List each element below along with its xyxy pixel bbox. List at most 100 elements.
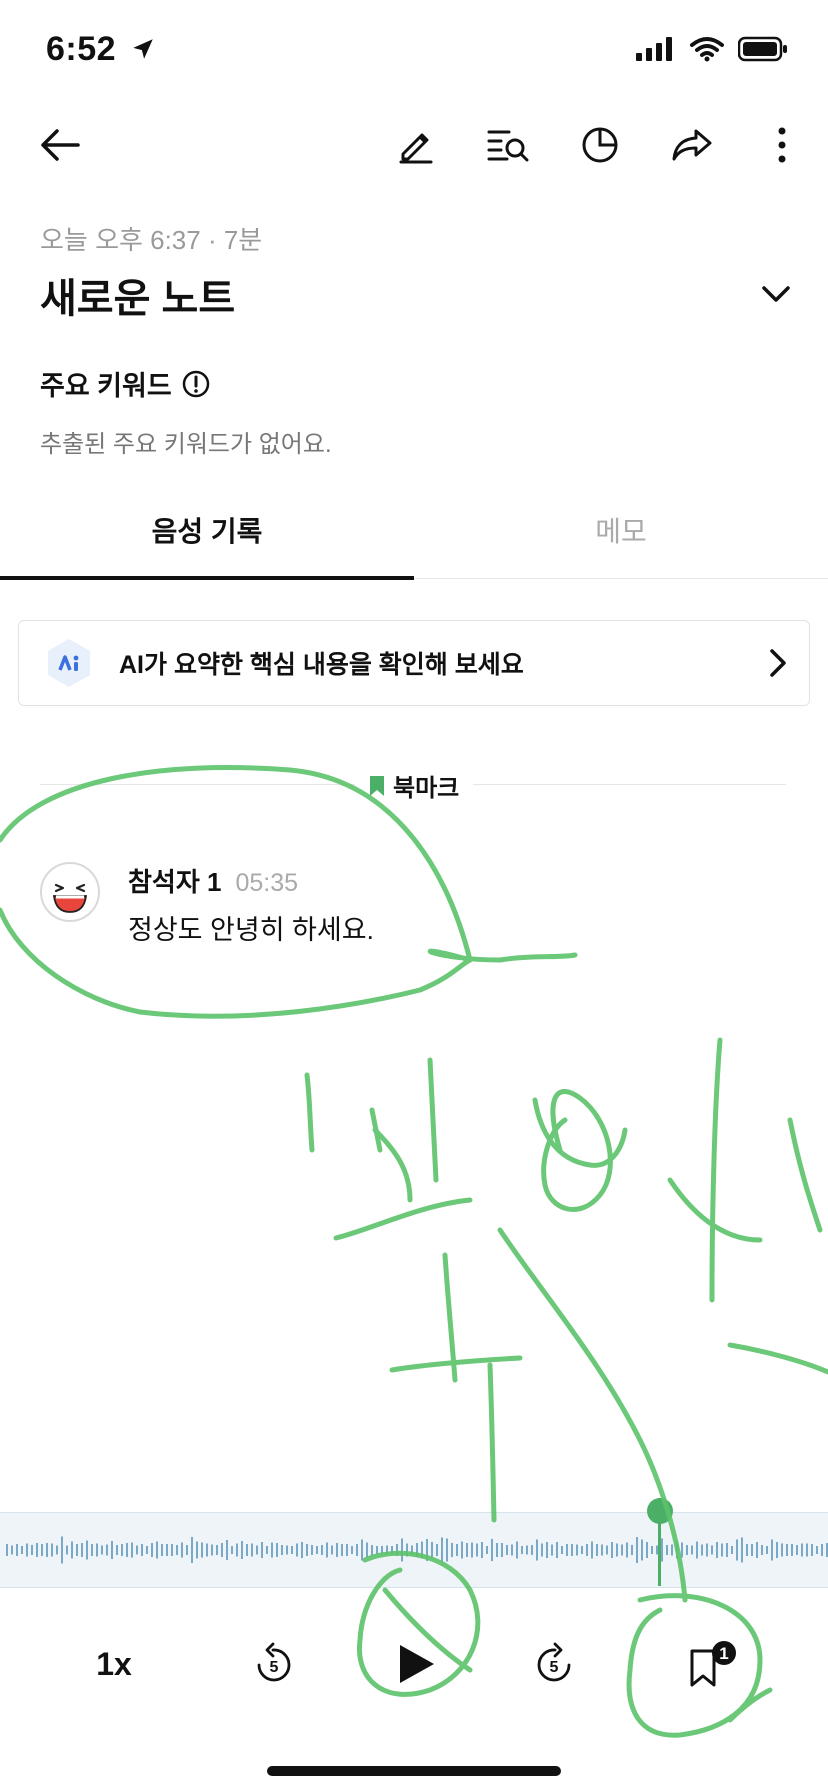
waveform-bar (531, 1545, 533, 1555)
pie-chart-icon (582, 127, 618, 163)
waveform-bar (596, 1544, 598, 1556)
rewind-seconds-label: 5 (270, 1659, 279, 1676)
search-transcript-button[interactable] (476, 110, 540, 180)
signal-icon (636, 37, 672, 61)
waveform-bar (396, 1544, 398, 1556)
waveform-bar (426, 1539, 428, 1561)
waveform-bar (391, 1546, 393, 1554)
edit-button[interactable] (384, 110, 448, 180)
waveform-bar (616, 1543, 618, 1557)
waveform-bar (651, 1546, 653, 1554)
more-vertical-icon (778, 127, 786, 163)
chevron-right-icon (770, 649, 786, 677)
waveform-bar (461, 1541, 463, 1559)
waveform-bar (211, 1544, 213, 1556)
rewind-5-button[interactable]: 5 (234, 1624, 314, 1704)
audio-waveform[interactable] (0, 1512, 828, 1588)
ai-icon (48, 639, 90, 687)
forward-5-button[interactable]: 5 (514, 1624, 594, 1704)
waveform-bar (556, 1542, 558, 1558)
play-icon (400, 1645, 434, 1683)
waveform-bar (546, 1542, 548, 1558)
bookmark-count-badge: 1 (719, 1644, 728, 1663)
waveform-bar (466, 1543, 468, 1557)
waveform-bar (566, 1544, 568, 1556)
location-arrow-icon (133, 39, 153, 59)
waveform-bar (776, 1542, 778, 1558)
ai-summary-banner[interactable]: AI가 요약한 핵심 내용을 확인해 보세요 (18, 620, 810, 706)
waveform-bar (716, 1542, 718, 1558)
waveform-bar (811, 1544, 813, 1556)
waveform-bar (271, 1542, 273, 1558)
waveform-bar (261, 1542, 263, 1558)
waveform-bar (341, 1544, 343, 1556)
waveform-bar (111, 1541, 113, 1559)
waveform-bar (326, 1542, 328, 1558)
wifi-icon (690, 37, 724, 62)
waveform-bar (681, 1542, 683, 1558)
waveform-bar (636, 1537, 638, 1563)
stats-button[interactable] (568, 110, 632, 180)
waveform-bar (771, 1539, 773, 1561)
waveform-bar (406, 1543, 408, 1557)
waveform-bar (156, 1541, 158, 1559)
info-icon[interactable] (182, 370, 210, 398)
play-button[interactable] (376, 1624, 456, 1704)
waveform-bar (26, 1543, 28, 1557)
battery-icon (738, 36, 787, 62)
waveform-bar (266, 1546, 268, 1554)
collapse-header-button[interactable] (752, 270, 800, 318)
waveform-bar (81, 1543, 83, 1557)
waveform-bar (611, 1542, 613, 1558)
waveform-bar (791, 1544, 793, 1556)
utterance-timestamp[interactable]: 05:35 (235, 869, 298, 898)
more-button[interactable] (750, 110, 814, 180)
speaker-avatar[interactable] (40, 862, 100, 922)
waveform-bar (666, 1545, 668, 1555)
waveform-bar (306, 1544, 308, 1556)
waveform-bar (171, 1544, 173, 1556)
waveform-bar (496, 1543, 498, 1557)
waveform-bar (766, 1546, 768, 1554)
waveform-bar (671, 1544, 673, 1556)
add-bookmark-button[interactable]: 1 (672, 1624, 752, 1704)
keywords-empty-message: 추출된 주요 키워드가 없어요. (40, 431, 332, 458)
waveform-bar (21, 1546, 23, 1554)
bookmark-divider: 북마크 (355, 768, 474, 803)
waveform-bar (31, 1545, 33, 1555)
waveform-bar (36, 1543, 38, 1557)
share-button[interactable] (660, 110, 724, 180)
waveform-bar (551, 1544, 553, 1556)
waveform-bar (646, 1542, 648, 1558)
waveform-bar (371, 1545, 373, 1555)
waveform-bar (386, 1545, 388, 1555)
waveform-bar (336, 1543, 338, 1557)
waveform-bar (331, 1545, 333, 1555)
tab-memo[interactable]: 메모 (414, 510, 828, 578)
waveform-bar (116, 1545, 118, 1555)
home-indicator[interactable] (267, 1766, 561, 1776)
waveform-bar (801, 1543, 803, 1557)
playback-speed-button[interactable]: 1x (74, 1624, 154, 1704)
waveform-bar (501, 1543, 503, 1557)
waveform-bar (736, 1539, 738, 1561)
waveform-bar (661, 1538, 663, 1562)
waveform-bar (436, 1544, 438, 1556)
waveform-bar (726, 1543, 728, 1557)
search-list-icon (487, 130, 529, 162)
back-button[interactable] (28, 110, 92, 180)
waveform-bar (576, 1544, 578, 1556)
waveform-bar (821, 1544, 823, 1556)
playback-speed-label: 1x (96, 1645, 132, 1682)
playhead-handle[interactable] (647, 1498, 673, 1524)
waveform-bar (441, 1537, 443, 1563)
tab-voice-record[interactable]: 음성 기록 (0, 510, 414, 578)
waveform-bar (41, 1544, 43, 1556)
waveform-bar (786, 1544, 788, 1556)
waveform-bar (691, 1545, 693, 1555)
waveform-bar (521, 1546, 523, 1554)
waveform-bar (686, 1545, 688, 1555)
waveform-bar (586, 1544, 588, 1556)
waveform-bar (621, 1544, 623, 1556)
waveform-bar (706, 1543, 708, 1557)
